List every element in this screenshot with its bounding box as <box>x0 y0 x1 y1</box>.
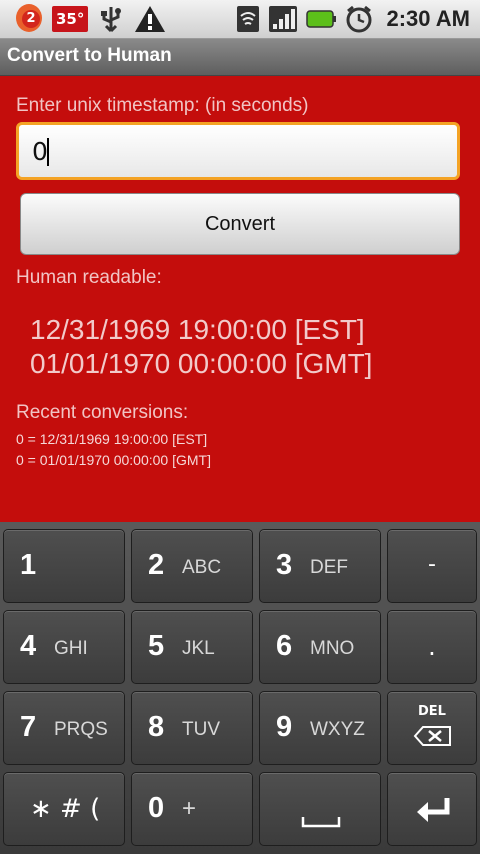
key-letters: JKL <box>182 638 215 659</box>
key-2[interactable]: 2 ABC <box>131 529 253 603</box>
result-line-gmt: 01/01/1970 00:00:00 [GMT] <box>30 348 373 379</box>
key-digit: 7 <box>20 711 37 743</box>
alarm-icon <box>346 5 372 33</box>
timestamp-input-value: 0 <box>32 137 48 166</box>
status-right: 2:30 AM <box>236 4 470 34</box>
key-letters: PRQS <box>54 719 108 740</box>
delete-key[interactable]: DEL <box>387 691 477 765</box>
recent-item: 0 = 01/01/1970 00:00:00 [GMT] <box>16 452 211 468</box>
main-content: Enter unix timestamp: (in seconds) 0 Con… <box>0 76 480 522</box>
key-letters: MNO <box>310 638 355 659</box>
key-letters: DEF <box>310 557 348 578</box>
key-4[interactable]: 4 GHI <box>3 610 125 684</box>
key-digit: 2 <box>148 549 165 581</box>
key-minus[interactable]: - <box>387 529 477 603</box>
title-bar: Convert to Human <box>0 39 480 76</box>
numeric-keypad: 1 2 ABC 3 DEF - 4 GHI 5 JKL 6 MNO . 7 PR… <box>0 522 480 854</box>
recent-item: 0 = 12/31/1969 19:00:00 [EST] <box>16 431 208 447</box>
key-1[interactable]: 1 <box>3 529 125 603</box>
key-digit: 8 <box>148 711 165 743</box>
enter-icon <box>417 798 450 822</box>
key-symbol: . <box>428 633 436 661</box>
key-digit: 5 <box>148 630 165 662</box>
enter-key[interactable] <box>387 772 477 846</box>
key-digit: 9 <box>276 711 293 743</box>
status-time: 2:30 AM <box>386 6 470 31</box>
convert-button[interactable]: Convert <box>20 193 460 255</box>
status-left: 2 35° <box>14 4 166 34</box>
key-digit: 6 <box>276 630 293 662</box>
key-digit: 4 <box>20 630 37 662</box>
key-digit: 0 <box>148 792 165 824</box>
key-symbol: - <box>428 552 436 577</box>
timestamp-prompt: Enter unix timestamp: (in seconds) <box>16 95 309 116</box>
key-0[interactable]: 0 + <box>131 772 253 846</box>
weather-temp: 35° <box>52 6 89 32</box>
recent-heading: Recent conversions: <box>16 402 189 423</box>
key-8[interactable]: 8 TUV <box>131 691 253 765</box>
key-letters: TUV <box>182 719 220 740</box>
signal-icon <box>269 6 298 32</box>
wifi-icon <box>237 6 260 32</box>
key-letters: GHI <box>54 638 88 659</box>
key-digit: 1 <box>20 549 37 581</box>
usb-icon <box>101 7 122 33</box>
key-symbols[interactable]: ∗ # ( <box>3 772 125 846</box>
battery-icon <box>306 10 337 28</box>
text-caret <box>47 138 49 166</box>
timestamp-input[interactable]: 0 <box>16 122 460 180</box>
key-3[interactable]: 3 DEF <box>259 529 381 603</box>
key-7[interactable]: 7 PRQS <box>3 691 125 765</box>
warning-icon <box>135 6 166 32</box>
key-9[interactable]: 9 WXYZ <box>259 691 381 765</box>
space-key[interactable] <box>259 772 381 846</box>
backspace-icon <box>413 726 451 746</box>
key-letters: ABC <box>182 557 222 578</box>
delete-key-label: DEL <box>418 704 446 719</box>
key-symbol: ∗ # ( <box>30 794 101 824</box>
notification-icon: 2 <box>14 4 44 34</box>
notification-count: 2 <box>22 10 40 28</box>
key-letters: + <box>182 795 197 822</box>
result-heading: Human readable: <box>16 267 162 288</box>
status-bar: 2 35° 2:30 AM <box>0 0 480 39</box>
key-letters: WXYZ <box>310 719 365 740</box>
key-period[interactable]: . <box>387 610 477 684</box>
key-digit: 3 <box>276 549 293 581</box>
app-title: Convert to Human <box>7 45 172 66</box>
result-line-est: 12/31/1969 19:00:00 [EST] <box>30 314 365 345</box>
key-5[interactable]: 5 JKL <box>131 610 253 684</box>
space-icon <box>301 817 341 828</box>
key-6[interactable]: 6 MNO <box>259 610 381 684</box>
